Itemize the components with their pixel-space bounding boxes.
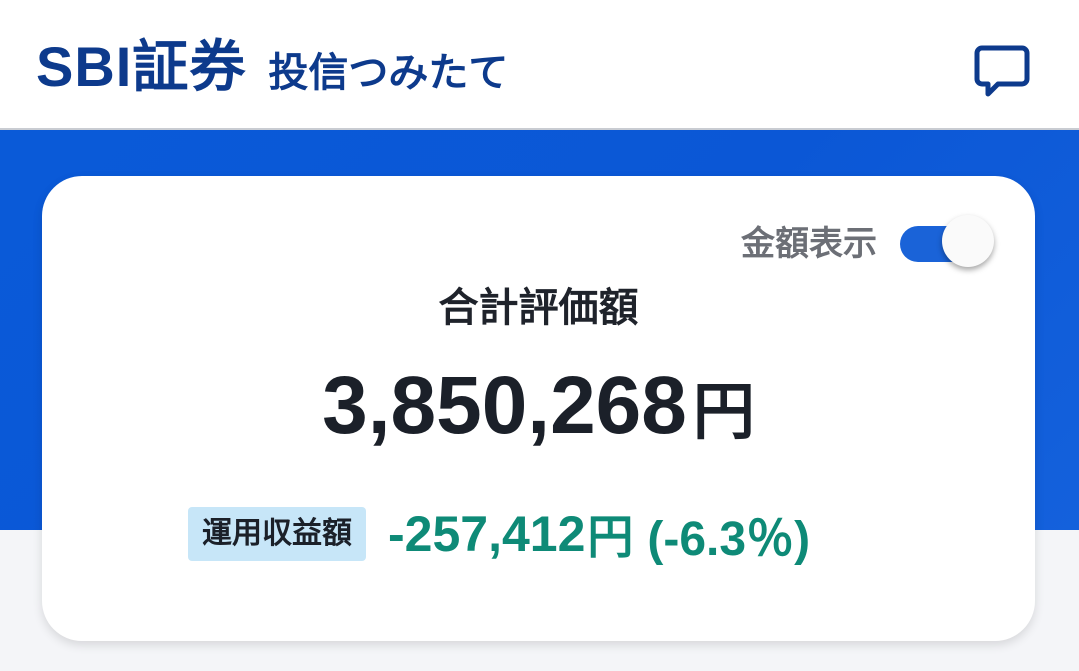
app-header: SBI証券 投信つみたて xyxy=(0,0,1079,130)
sbi-logo: SBI証券 xyxy=(36,35,247,98)
profit-badge: 運用収益額 xyxy=(188,507,366,561)
service-name: 投信つみたて xyxy=(268,50,509,96)
investment-profit: 運用収益額 -257,412 円 (-6.3％) xyxy=(188,504,810,566)
brand: SBI証券 投信つみたて xyxy=(36,32,508,102)
profit-unit: 円 xyxy=(587,510,634,564)
profit-rate: (-6.3％) xyxy=(647,513,811,566)
total-valuation-amount: 3,850,268 xyxy=(322,360,687,451)
total-valuation: 3,850,268円 xyxy=(42,358,1035,454)
amount-display-label: 金額表示 xyxy=(741,224,877,264)
amount-display-toggle[interactable] xyxy=(900,215,994,267)
profit-amount: -257,412 xyxy=(388,506,586,562)
chat-bubble-icon xyxy=(974,45,1030,97)
total-valuation-unit: 円 xyxy=(692,375,755,448)
chat-button[interactable] xyxy=(970,42,1034,102)
total-valuation-label: 合計評価額 xyxy=(438,285,639,331)
toggle-knob xyxy=(942,215,994,267)
portfolio-summary-card: 金額表示 合計評価額 3,850,268円 運用収益額 -257,412 円 (-… xyxy=(42,176,1035,641)
